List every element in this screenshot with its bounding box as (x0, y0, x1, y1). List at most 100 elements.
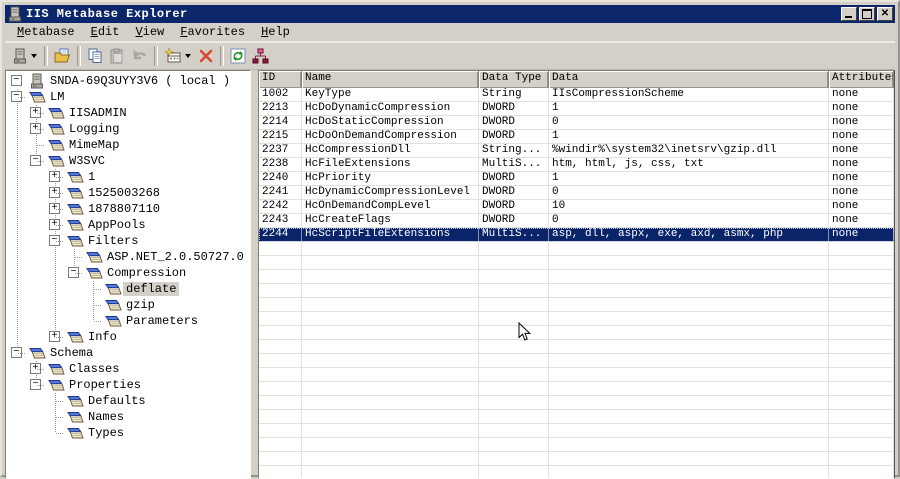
expander-plus-icon[interactable]: + (49, 171, 60, 182)
property-row-2244[interactable]: 2244 HcScriptFileExtensions MultiS... asp, … (259, 228, 894, 242)
cell (302, 368, 479, 381)
property-row-2243[interactable]: 2243 HcCreateFlags DWORD 0 none (259, 214, 894, 228)
tree-item-info[interactable]: + Info (8, 329, 250, 345)
menu-item-help[interactable]: Help (253, 24, 298, 41)
property-row-2215[interactable]: 2215 HcDoOnDemandCompression DWORD 1 none (259, 130, 894, 144)
tree-item-schema[interactable]: − Schema (8, 345, 250, 361)
tree-item-1878807110[interactable]: +1878807110 (8, 201, 250, 217)
empty-row[interactable] (259, 438, 894, 452)
expander-plus-icon[interactable]: + (49, 187, 60, 198)
tree-item-filters[interactable]: − Filters (8, 233, 250, 249)
tree-item-types[interactable]: Types (8, 425, 250, 441)
delete-button[interactable] (195, 44, 217, 68)
new-key-button[interactable] (161, 44, 195, 68)
cell: 2244 (259, 228, 302, 241)
refresh-button[interactable] (227, 44, 249, 68)
property-row-2241[interactable]: 2241 HcDynamicCompressionLevel DWORD 0 none (259, 186, 894, 200)
expander-minus-icon[interactable]: − (30, 379, 41, 390)
empty-row[interactable] (259, 382, 894, 396)
tree-guide: − (27, 377, 46, 393)
expander-minus-icon[interactable]: − (49, 235, 60, 246)
column-header-name[interactable]: Name (302, 71, 479, 88)
empty-row[interactable] (259, 270, 894, 284)
expander-minus-icon[interactable]: − (68, 267, 79, 278)
property-row-2238[interactable]: 2238 HcFileExtensions MultiS... htm, html, … (259, 158, 894, 172)
expander-minus-icon[interactable]: − (11, 347, 22, 358)
expander-minus-icon[interactable]: − (11, 91, 22, 102)
empty-row[interactable] (259, 466, 894, 478)
menu-item-view[interactable]: View (127, 24, 172, 41)
expander-plus-icon[interactable]: + (30, 107, 41, 118)
tree-item-properties[interactable]: − Properties (8, 377, 250, 393)
tree-item-1[interactable]: +1 (8, 169, 250, 185)
empty-row[interactable] (259, 354, 894, 368)
expander-plus-icon[interactable]: + (49, 331, 60, 342)
cell (479, 410, 549, 423)
column-header-data-type[interactable]: Data Type (479, 71, 549, 88)
hierarchy-view-button[interactable] (249, 44, 272, 68)
cell (479, 326, 549, 339)
expander-plus-icon[interactable]: + (30, 363, 41, 374)
empty-row[interactable] (259, 312, 894, 326)
empty-row[interactable] (259, 424, 894, 438)
expander-plus-icon[interactable]: + (30, 123, 41, 134)
column-header-data[interactable]: Data (549, 71, 829, 88)
tree-item-classes[interactable]: + Classes (8, 361, 250, 377)
property-row-2240[interactable]: 2240 HcPriority DWORD 1 none (259, 172, 894, 186)
maximize-button[interactable] (859, 7, 875, 21)
empty-row[interactable] (259, 326, 894, 340)
empty-row[interactable] (259, 410, 894, 424)
expander-minus-icon[interactable]: − (11, 75, 22, 86)
property-row-2242[interactable]: 2242 HcOnDemandCompLevel DWORD 10 none (259, 200, 894, 214)
copy-button[interactable] (84, 44, 106, 68)
tree-item-snda-69q3uyy3v6-local[interactable]: − SNDA-69Q3UYY3V6 ( local ) (8, 73, 250, 89)
column-header-id[interactable]: ID (259, 71, 302, 88)
app-icon[interactable] (7, 6, 23, 22)
tree-item-label: Info (88, 330, 117, 344)
dropdown-arrow-icon[interactable] (29, 45, 38, 67)
tree-item-compression[interactable]: − Compression (8, 265, 250, 281)
cell: none (829, 130, 894, 143)
cell: none (829, 116, 894, 129)
property-row-2213[interactable]: 2213 HcDoDynamicCompression DWORD 1 none (259, 102, 894, 116)
tree-item-lm[interactable]: − LM (8, 89, 250, 105)
empty-row[interactable] (259, 284, 894, 298)
tree-item-deflate[interactable]: deflate (8, 281, 250, 297)
expander-plus-icon[interactable]: + (49, 219, 60, 230)
tree-item-1525003268[interactable]: +1525003268 (8, 185, 250, 201)
property-row-1002[interactable]: 1002 KeyType String IIsCompressionScheme non… (259, 88, 894, 102)
cell (479, 312, 549, 325)
expander-plus-icon[interactable]: + (49, 203, 60, 214)
empty-row[interactable] (259, 256, 894, 270)
empty-row[interactable] (259, 242, 894, 256)
tree-item-iisadmin[interactable]: + IISADMIN (8, 105, 250, 121)
tree-item-defaults[interactable]: Defaults (8, 393, 250, 409)
panel-splitter[interactable] (251, 70, 258, 479)
open-button[interactable] (51, 44, 74, 68)
empty-row[interactable] (259, 368, 894, 382)
title-bar[interactable]: IIS Metabase Explorer ✕ (5, 5, 895, 23)
empty-row[interactable] (259, 396, 894, 410)
menu-item-favorites[interactable]: Favorites (172, 24, 253, 41)
tree-item-asp-net-2-0-50727-0[interactable]: ASP.NET_2.0.50727.0 (8, 249, 250, 265)
tree-item-mimemap[interactable]: MimeMap (8, 137, 250, 153)
menu-item-edit[interactable]: Edit (83, 24, 128, 41)
menu-item-metabase[interactable]: Metabase (9, 24, 83, 41)
tree-item-w3svc[interactable]: − W3SVC (8, 153, 250, 169)
tree-item-apppools[interactable]: + AppPools (8, 217, 250, 233)
empty-row[interactable] (259, 452, 894, 466)
property-row-2214[interactable]: 2214 HcDoStaticCompression DWORD 0 none (259, 116, 894, 130)
empty-row[interactable] (259, 340, 894, 354)
tree-item-gzip[interactable]: gzip (8, 297, 250, 313)
property-row-2237[interactable]: 2237 HcCompressionDll String... %windir%\sy… (259, 144, 894, 158)
close-button[interactable]: ✕ (877, 7, 893, 21)
tree-item-names[interactable]: Names (8, 409, 250, 425)
column-header-attributes[interactable]: Attributes (829, 71, 894, 88)
minimize-button[interactable] (841, 7, 857, 21)
expander-minus-icon[interactable]: − (30, 155, 41, 166)
tree-item-logging[interactable]: + Logging (8, 121, 250, 137)
dropdown-arrow-icon[interactable] (183, 45, 192, 67)
empty-row[interactable] (259, 298, 894, 312)
connect-button[interactable] (9, 44, 41, 68)
tree-item-parameters[interactable]: Parameters (8, 313, 250, 329)
